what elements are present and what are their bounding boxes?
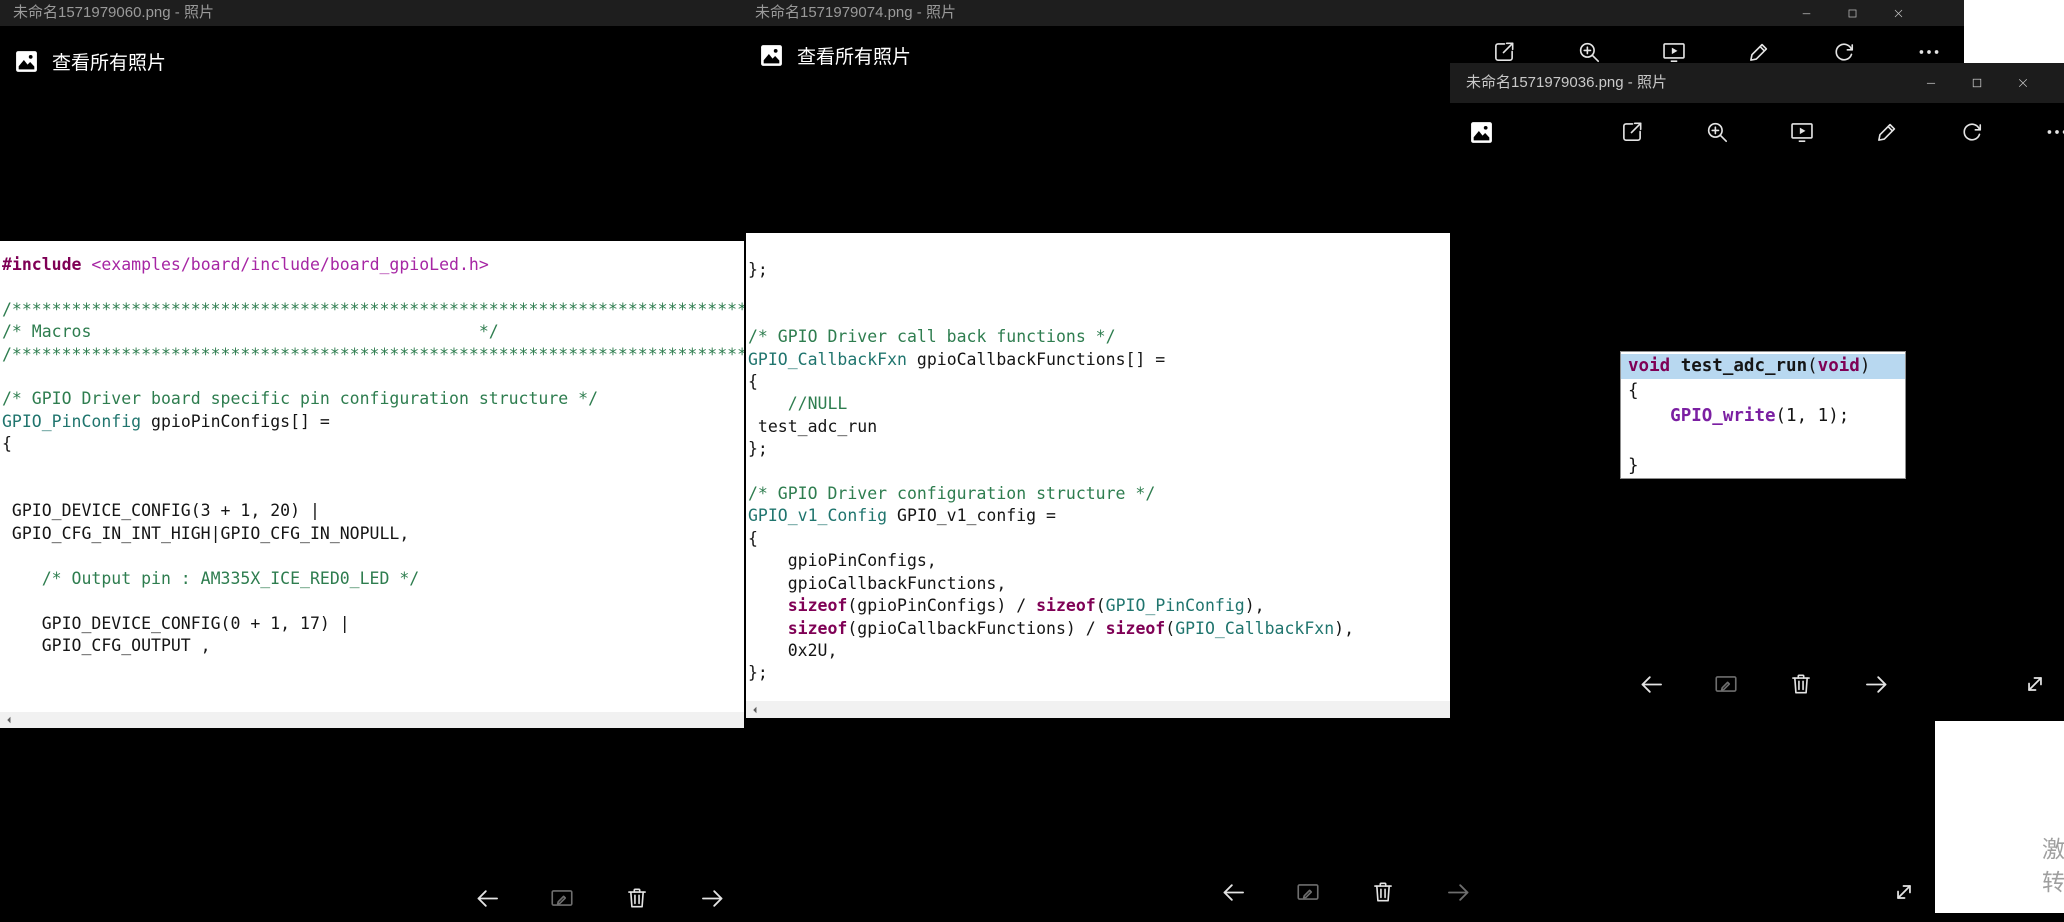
titlebar[interactable]: 未命名1571979036.png - 照片 — [1450, 63, 2064, 103]
rotate-icon — [1959, 119, 1985, 145]
close-icon — [2016, 76, 2030, 90]
close-button[interactable] — [1875, 0, 1921, 26]
photo-nav-toolbar — [1627, 660, 1900, 708]
edit-button[interactable] — [1863, 108, 1911, 156]
zoom-in-icon — [1704, 119, 1730, 145]
minimize-icon — [1800, 7, 1813, 20]
window-controls — [1908, 63, 2046, 103]
delete-icon — [624, 885, 650, 911]
forward-button[interactable] — [1434, 868, 1482, 916]
fullscreen-icon — [1891, 879, 1917, 905]
titlebar[interactable]: 未命名1571979074.png - 照片 — [744, 0, 1964, 26]
annotate-icon — [1295, 879, 1321, 905]
maximize-button[interactable] — [1954, 63, 2000, 103]
forward-button[interactable] — [688, 874, 736, 922]
forward-button[interactable] — [1852, 660, 1900, 708]
see-more-icon — [1916, 39, 1942, 65]
zoom-in-icon — [1576, 39, 1602, 65]
delete-icon — [1370, 879, 1396, 905]
delete-button[interactable] — [613, 874, 661, 922]
close-icon — [1892, 7, 1905, 20]
close-button[interactable] — [2000, 63, 2046, 103]
activate-watermark: 激 转 — [2042, 833, 2064, 899]
photos-icon — [759, 43, 784, 68]
window-photos-left: 未命名1571979060.png - 照片 查看所有照片 #include <… — [0, 0, 744, 913]
share-icon — [1619, 119, 1645, 145]
titlebar[interactable]: 未命名1571979060.png - 照片 — [0, 0, 744, 26]
view-all-photos-button[interactable]: 查看所有照片 — [759, 40, 911, 70]
desktop-background-bottom-right: 激 转 — [1935, 721, 2064, 913]
slideshow-icon — [1789, 119, 1815, 145]
back-icon — [474, 885, 501, 912]
photo-nav-toolbar — [463, 874, 736, 922]
back-button[interactable] — [463, 874, 511, 922]
forward-icon — [1445, 879, 1472, 906]
rotate-icon — [1831, 39, 1857, 65]
delete-button[interactable] — [1777, 660, 1825, 708]
photo-toolbar — [1608, 108, 2064, 156]
back-icon — [1638, 671, 1665, 698]
see-more-button[interactable] — [2033, 108, 2064, 156]
photo-nav-toolbar — [1209, 868, 1482, 916]
fullscreen-icon — [2022, 671, 2048, 697]
back-icon — [1220, 879, 1247, 906]
edit-icon — [1874, 119, 1900, 145]
annotate-button[interactable] — [1284, 868, 1332, 916]
annotate-button[interactable] — [538, 874, 586, 922]
window-title: 未命名1571979074.png - 照片 — [755, 4, 956, 21]
horizontal-scrollbar[interactable] — [746, 701, 1450, 718]
annotate-icon — [549, 885, 575, 911]
share-button[interactable] — [1608, 108, 1656, 156]
horizontal-scrollbar[interactable] — [0, 712, 744, 728]
forward-icon — [699, 885, 726, 912]
photo-image[interactable]: void test_adc_run(void){ GPIO_write(1, 1… — [1620, 351, 1906, 479]
delete-button[interactable] — [1359, 868, 1407, 916]
window-controls — [1783, 0, 1921, 26]
window-title: 未命名1571979060.png - 照片 — [13, 4, 214, 21]
fullscreen-button[interactable] — [1880, 868, 1928, 916]
desktop-background-top-right — [1964, 0, 2064, 63]
scroll-left-icon[interactable] — [748, 703, 762, 717]
photos-icon — [14, 49, 39, 74]
back-button[interactable] — [1209, 868, 1257, 916]
minimize-icon — [1924, 76, 1938, 90]
view-all-photos-label: 查看所有照片 — [52, 52, 167, 74]
window-photos-right: 未命名1571979036.png - 照片 void test_adc_run… — [1450, 63, 2064, 721]
photo-code-content: }; /* GPIO Driver call back functions */… — [748, 260, 1355, 683]
annotate-button[interactable] — [1702, 660, 1750, 708]
slideshow-button[interactable] — [1778, 108, 1826, 156]
maximize-icon — [1970, 76, 1984, 90]
see-more-icon — [2044, 119, 2064, 145]
minimize-button[interactable] — [1783, 0, 1829, 26]
edit-icon — [1746, 39, 1772, 65]
photo-code-content: #include <examples/board/include/board_g… — [2, 255, 744, 655]
forward-icon — [1863, 671, 1890, 698]
photo-image[interactable]: }; /* GPIO Driver call back functions */… — [746, 233, 1450, 701]
share-icon — [1491, 39, 1517, 65]
photo-code-content: void test_adc_run(void){ GPIO_write(1, 1… — [1621, 352, 1905, 478]
photo-image[interactable]: #include <examples/board/include/board_g… — [0, 241, 744, 712]
view-all-photos-label: 查看所有照片 — [797, 46, 912, 68]
maximize-button[interactable] — [1829, 0, 1875, 26]
scroll-left-icon[interactable] — [2, 713, 16, 727]
back-button[interactable] — [1627, 660, 1675, 708]
photos-icon — [1469, 120, 1494, 145]
fullscreen-button[interactable] — [2011, 660, 2059, 708]
minimize-button[interactable] — [1908, 63, 1954, 103]
zoom-in-button[interactable] — [1693, 108, 1741, 156]
annotate-icon — [1713, 671, 1739, 697]
delete-icon — [1788, 671, 1814, 697]
activate-watermark-line2: 转 — [2042, 869, 2064, 895]
slideshow-icon — [1661, 39, 1687, 65]
view-all-photos-button[interactable] — [1457, 108, 1505, 156]
rotate-button[interactable] — [1948, 108, 1996, 156]
activate-watermark-line1: 激 — [2042, 836, 2064, 862]
view-all-photos-button[interactable]: 查看所有照片 — [14, 46, 166, 76]
maximize-icon — [1846, 7, 1859, 20]
